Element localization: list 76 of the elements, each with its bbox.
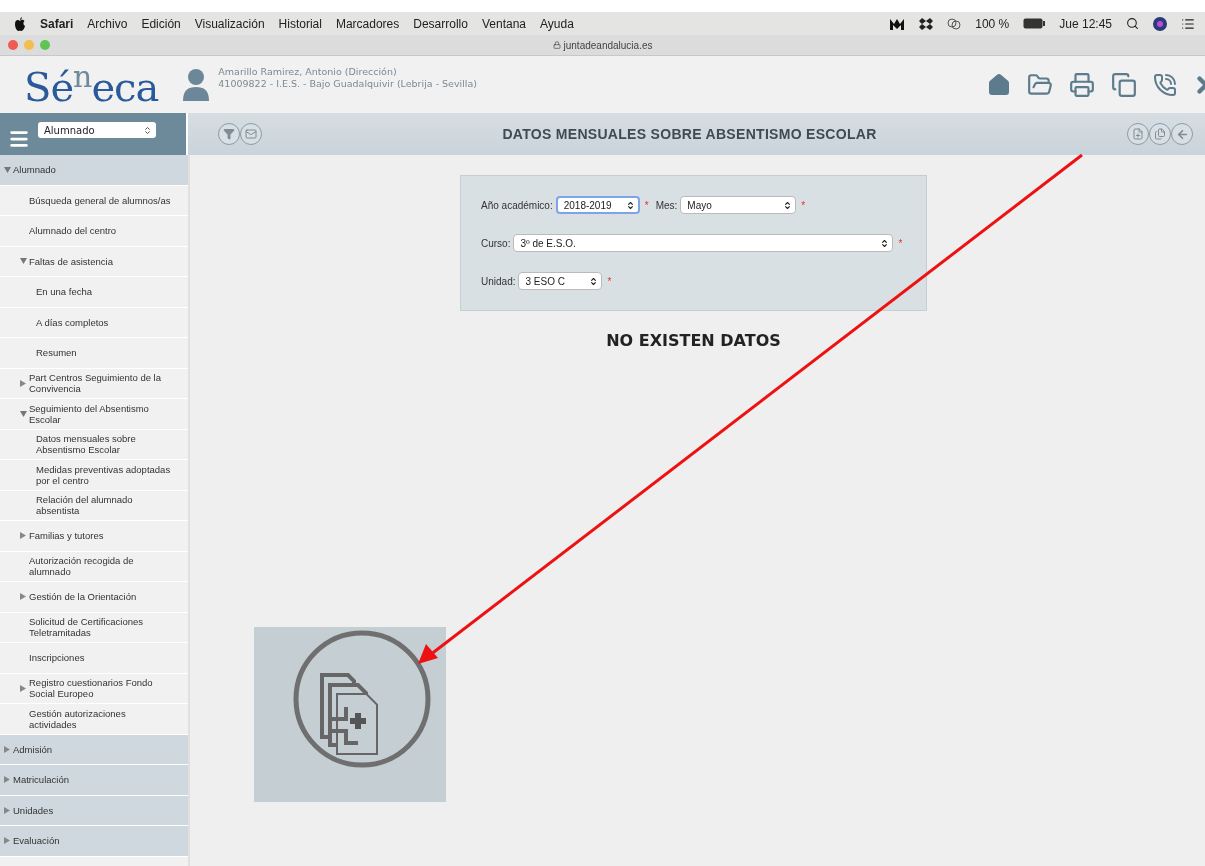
list-icon[interactable] bbox=[1181, 16, 1195, 31]
copy-icon bbox=[1154, 128, 1166, 140]
menu-item[interactable]: Desarrollo bbox=[413, 16, 468, 31]
select-arrows-icon bbox=[143, 125, 152, 135]
menu-icon[interactable] bbox=[8, 128, 30, 150]
collapsed-triangle-icon bbox=[20, 379, 26, 387]
collapsed-triangle-icon bbox=[4, 806, 10, 814]
user-avatar-icon bbox=[182, 67, 211, 102]
user-name: Amarillo Ramirez, Antonio (Dirección) bbox=[218, 65, 398, 78]
required-mark: * bbox=[898, 237, 903, 249]
phone-icon[interactable] bbox=[1153, 72, 1177, 97]
filter-icon bbox=[223, 128, 235, 140]
dropbox-icon[interactable] bbox=[919, 16, 934, 31]
menu-item[interactable]: Ayuda bbox=[540, 16, 574, 31]
printer-icon[interactable] bbox=[1069, 71, 1095, 98]
sidebar-item[interactable]: Admisión bbox=[0, 734, 188, 765]
menu-item[interactable]: Visualización bbox=[194, 16, 265, 31]
menu-item[interactable]: Archivo bbox=[87, 16, 128, 31]
required-mark: * bbox=[644, 199, 649, 211]
document-plus-icon bbox=[1132, 128, 1144, 140]
collapsed-triangle-icon bbox=[4, 837, 10, 845]
siri-icon[interactable] bbox=[1153, 16, 1167, 31]
zoom-dot[interactable] bbox=[40, 40, 50, 50]
expanded-triangle-icon bbox=[4, 166, 11, 173]
sidebar-item[interactable]: Alumnado bbox=[0, 155, 188, 186]
battery-icon[interactable] bbox=[1023, 18, 1046, 29]
collapsed-triangle-icon bbox=[4, 776, 10, 784]
copy-icon[interactable] bbox=[1111, 71, 1137, 98]
expanded-triangle-icon bbox=[20, 258, 27, 265]
user-center: 41009822 - I.E.S. - Bajo Guadalquivir (Lebrija - Sevilla) bbox=[218, 77, 478, 90]
select-arrows-icon bbox=[625, 200, 635, 210]
field-label: Curso: bbox=[481, 237, 511, 249]
field-label: Unidad: bbox=[481, 275, 516, 287]
lock-icon bbox=[552, 41, 561, 49]
url[interactable]: juntadeandalucia.es bbox=[563, 39, 653, 51]
menu-item[interactable]: Historial bbox=[278, 16, 322, 31]
select-field[interactable]: 3 ESO C bbox=[518, 272, 603, 290]
back-button[interactable] bbox=[1171, 123, 1193, 145]
select-arrows-icon bbox=[589, 276, 599, 286]
no-data-message: NO EXISTEN DATOS bbox=[606, 331, 781, 350]
select-field[interactable]: Mayo bbox=[680, 196, 797, 214]
copy-button[interactable] bbox=[1149, 123, 1171, 145]
select-field[interactable]: 3º de E.S.O. bbox=[513, 234, 894, 252]
collapsed-triangle-icon bbox=[4, 745, 10, 753]
search-icon[interactable] bbox=[1126, 17, 1139, 30]
select-arrows-icon bbox=[783, 200, 793, 210]
clock: Jue 12:45 bbox=[1059, 16, 1112, 31]
menu-item[interactable]: Ventana bbox=[481, 16, 526, 31]
logo: Sé$^{n}$eca bbox=[24, 64, 159, 110]
close-dot[interactable] bbox=[8, 40, 18, 50]
filter-button[interactable] bbox=[218, 123, 240, 145]
home-icon[interactable] bbox=[987, 72, 1011, 97]
required-mark: * bbox=[607, 275, 612, 287]
battery-percent: 100 % bbox=[975, 16, 1010, 31]
sidebar-item[interactable]: Evaluación bbox=[0, 826, 188, 857]
page-title: DATOS MENSUALES SOBRE ABSENTISMO ESCOLAR bbox=[501, 126, 878, 142]
folder-icon[interactable] bbox=[1027, 71, 1053, 98]
apple-icon[interactable] bbox=[14, 16, 26, 31]
field-label: Mes: bbox=[655, 199, 678, 211]
section-select[interactable]: Alumnado bbox=[38, 122, 156, 138]
minimize-dot[interactable] bbox=[24, 40, 34, 50]
mail-icon bbox=[245, 128, 257, 140]
menu-item[interactable]: Edición bbox=[141, 16, 181, 31]
collapsed-triangle-icon bbox=[20, 532, 26, 540]
field-label: Año académico: bbox=[481, 199, 553, 211]
menu-item[interactable]: Marcadores bbox=[335, 16, 400, 31]
expanded-triangle-icon bbox=[20, 410, 27, 417]
required-mark: * bbox=[801, 199, 806, 211]
sidebar-item[interactable]: Unidades bbox=[0, 795, 188, 826]
collapsed-triangle-icon bbox=[20, 684, 26, 692]
collapsed-triangle-icon bbox=[20, 593, 26, 601]
menu-item[interactable]: Safari bbox=[40, 16, 74, 31]
select-arrows-icon bbox=[880, 238, 890, 248]
arrow-left-icon bbox=[1175, 127, 1189, 141]
sidebar-item[interactable]: Matriculación bbox=[0, 765, 188, 796]
select-field[interactable]: 2018-2019 bbox=[555, 196, 640, 214]
